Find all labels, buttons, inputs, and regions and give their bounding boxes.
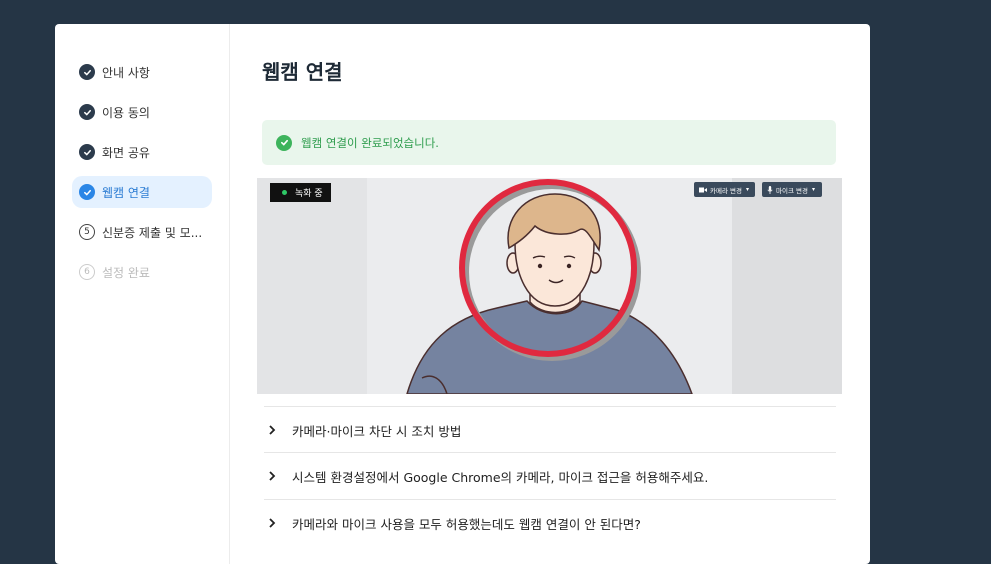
chevron-down-icon: ▾ xyxy=(745,186,749,193)
recording-dot-icon xyxy=(282,190,287,195)
recording-indicator: 녹화 중 xyxy=(270,183,331,202)
recording-label: 녹화 중 xyxy=(295,189,323,199)
page-title: 웹캠 연결 xyxy=(262,60,343,84)
video-camera-icon xyxy=(699,187,707,192)
step-number-badge: 6 xyxy=(79,264,95,280)
step-id-submit[interactable]: 5 신분증 제출 및 모... xyxy=(72,216,212,248)
step-screen-share[interactable]: 화면 공유 xyxy=(72,136,212,168)
step-label: 안내 사항 xyxy=(102,65,150,80)
step-label: 이용 동의 xyxy=(102,105,150,120)
webcam-feed-illustration xyxy=(257,178,842,394)
check-icon xyxy=(79,144,95,160)
microphone-icon xyxy=(767,185,773,194)
camera-change-label: 카메라 변경 xyxy=(710,186,742,195)
step-label: 신분증 제출 및 모... xyxy=(102,225,203,240)
faq-item-system-preferences[interactable]: 시스템 환경설정에서 Google Chrome의 카메라, 마이크 접근을 허… xyxy=(264,452,836,499)
step-agreement[interactable]: 이용 동의 xyxy=(72,96,212,128)
verification-card: 안내 사항 이용 동의 화면 공유 웹캠 연결 5 신분증 제출 및 모... … xyxy=(55,24,870,564)
faq-question: 시스템 환경설정에서 Google Chrome의 카메라, 마이크 접근을 허… xyxy=(292,469,709,485)
alert-text: 웹캠 연결이 완료되었습니다. xyxy=(301,135,439,150)
check-icon xyxy=(79,104,95,120)
step-number-badge: 5 xyxy=(79,224,95,240)
steps-sidebar: 안내 사항 이용 동의 화면 공유 웹캠 연결 5 신분증 제출 및 모... … xyxy=(55,24,230,564)
chevron-right-icon xyxy=(268,471,288,481)
step-notice[interactable]: 안내 사항 xyxy=(72,56,212,88)
step-label: 화면 공유 xyxy=(102,145,150,160)
mic-change-button[interactable]: 마이크 변경 ▾ xyxy=(762,182,822,197)
mic-change-label: 마이크 변경 xyxy=(776,186,808,195)
check-circle-icon xyxy=(276,134,292,151)
check-icon xyxy=(79,64,95,80)
step-label: 웹캠 연결 xyxy=(102,185,150,200)
camera-change-button[interactable]: 카메라 변경 ▾ xyxy=(694,182,755,197)
step-webcam[interactable]: 웹캠 연결 xyxy=(72,176,212,208)
step-setup-complete: 6 설정 완료 xyxy=(72,256,212,288)
step-label: 설정 완료 xyxy=(102,265,150,280)
chevron-right-icon xyxy=(268,425,288,435)
chevron-down-icon: ▾ xyxy=(811,186,815,193)
faq-item-still-not-connected[interactable]: 카메라와 마이크 사용을 모두 허용했는데도 웹캠 연결이 안 된다면? xyxy=(264,499,836,546)
chevron-right-icon xyxy=(268,518,288,528)
faq-question: 카메라·마이크 차단 시 조치 방법 xyxy=(292,423,462,439)
check-icon xyxy=(79,184,95,200)
main-panel: 웹캠 연결 웹캠 연결이 완료되었습니다. 녹화 중 카메라 변경 ▾ 마이크 … xyxy=(230,24,870,564)
success-alert: 웹캠 연결이 완료되었습니다. xyxy=(262,120,836,165)
webcam-preview: 녹화 중 카메라 변경 ▾ 마이크 변경 ▾ xyxy=(257,178,842,394)
faq-item-blocked-camera[interactable]: 카메라·마이크 차단 시 조치 방법 xyxy=(264,406,836,453)
faq-question: 카메라와 마이크 사용을 모두 허용했는데도 웹캠 연결이 안 된다면? xyxy=(292,516,641,532)
